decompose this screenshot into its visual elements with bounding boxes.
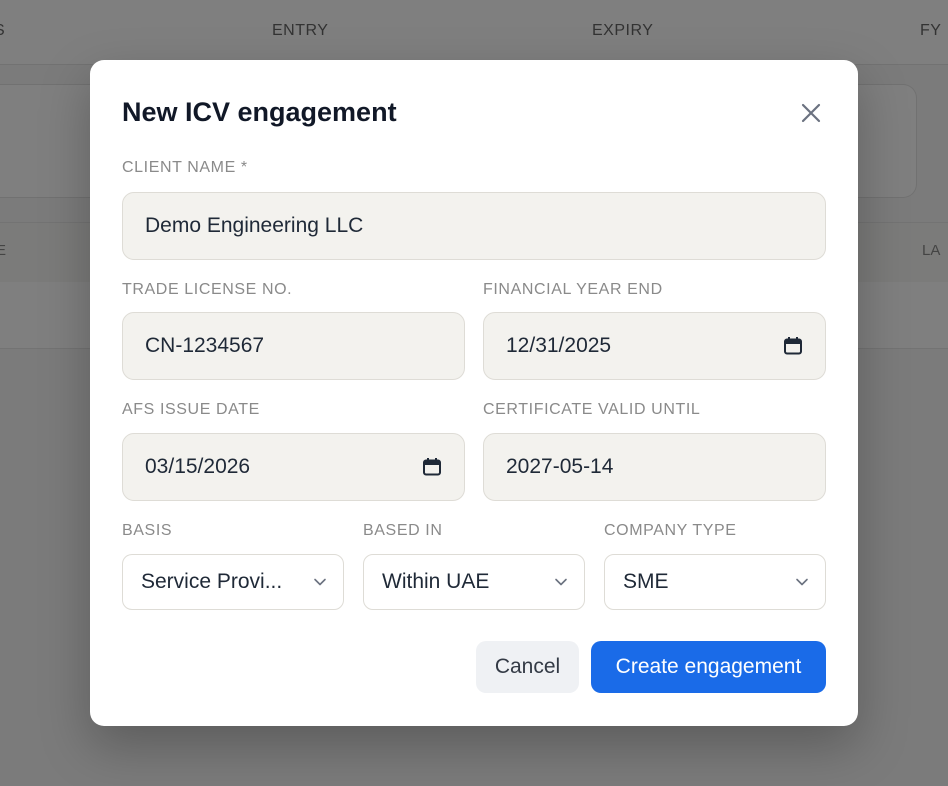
- afs-issue-date-label: AFS ISSUE DATE: [122, 401, 260, 418]
- financial-year-end-input[interactable]: 12/31/2025: [483, 312, 826, 380]
- trade-license-input[interactable]: CN-1234567: [122, 312, 465, 380]
- afs-issue-date-value: 03/15/2026: [145, 455, 251, 478]
- client-name-input[interactable]: Demo Engineering LLC: [122, 192, 826, 260]
- trade-license-value: CN-1234567: [145, 334, 265, 357]
- chevron-down-icon: [796, 578, 808, 586]
- certificate-valid-until-label: CERTIFICATE VALID UNTIL: [483, 401, 701, 418]
- close-icon: [801, 103, 821, 123]
- close-button[interactable]: [796, 98, 826, 128]
- calendar-icon[interactable]: [422, 457, 442, 477]
- afs-issue-date-input[interactable]: 03/15/2026: [122, 433, 465, 501]
- chevron-down-icon: [314, 578, 326, 586]
- company-type-value: SME: [623, 570, 669, 593]
- financial-year-end-label: FINANCIAL YEAR END: [483, 281, 663, 298]
- based-in-select[interactable]: Within UAE: [363, 554, 585, 610]
- new-engagement-dialog: New ICV engagement CLIENT NAME * Demo En…: [90, 60, 858, 726]
- calendar-icon[interactable]: [783, 336, 803, 356]
- cancel-button[interactable]: Cancel: [476, 641, 579, 693]
- basis-value: Service Provi...: [141, 570, 283, 593]
- certificate-valid-until-value: 2027-05-14: [506, 455, 614, 478]
- based-in-label: BASED IN: [363, 522, 443, 539]
- create-engagement-button[interactable]: Create engagement: [591, 641, 826, 693]
- basis-select[interactable]: Service Provi...: [122, 554, 344, 610]
- chevron-down-icon: [555, 578, 567, 586]
- company-type-label: COMPANY TYPE: [604, 522, 737, 539]
- basis-label: BASIS: [122, 522, 173, 539]
- financial-year-end-value: 12/31/2025: [506, 334, 612, 357]
- trade-license-label: TRADE LICENSE NO.: [122, 281, 293, 298]
- based-in-value: Within UAE: [382, 570, 490, 593]
- client-name-label: CLIENT NAME *: [122, 159, 248, 176]
- client-name-value: Demo Engineering LLC: [145, 214, 364, 237]
- company-type-select[interactable]: SME: [604, 554, 826, 610]
- certificate-valid-until-input[interactable]: 2027-05-14: [483, 433, 826, 501]
- dialog-title: New ICV engagement: [122, 97, 397, 127]
